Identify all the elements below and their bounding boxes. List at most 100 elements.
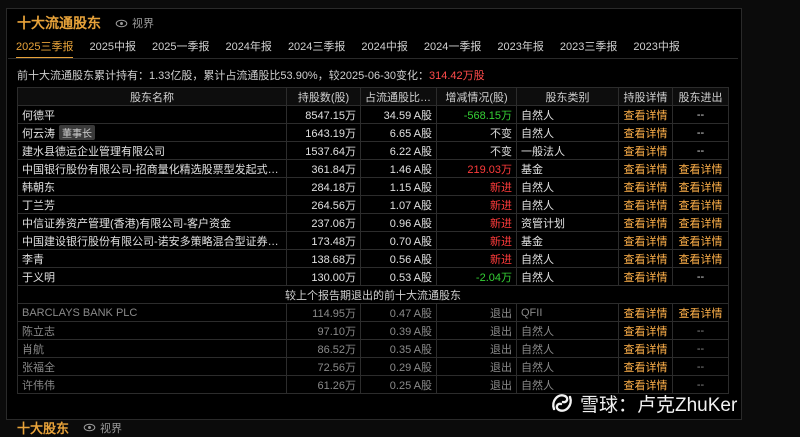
ratio-cell: 0.29 A股 — [360, 357, 437, 376]
holding-detail-link-cell: 查看详情 — [618, 177, 673, 196]
tab-period[interactable]: 2025一季报 — [152, 38, 209, 59]
change-cell: 退出 — [436, 321, 517, 340]
report-period-tabs: 2025三季报 2025中报 2025一季报 2024年报 2024三季报 2024中报 2… — [16, 38, 696, 59]
inout-detail-link[interactable]: 查看详情 — [679, 164, 723, 176]
holding-detail-link[interactable]: 查看详情 — [624, 254, 668, 266]
table-row: 中国银行股份有限公司-招商量化精选股票型发起式证券... 361.84万 1.46 … — [17, 159, 729, 178]
inout-detail-link[interactable]: 查看详情 — [679, 236, 723, 248]
holding-detail-link[interactable]: 查看详情 — [624, 362, 668, 374]
change-cell: 退出 — [436, 375, 517, 394]
change-cell: 退出 — [436, 303, 517, 322]
shareholder-name: 中信证券资产管理(香港)有限公司-客户资金 — [22, 217, 231, 230]
shares-cell: 8547.15万 — [286, 105, 361, 124]
view-label: 视界 — [100, 422, 123, 435]
column-header: 股东进出 — [672, 87, 729, 106]
shareholder-name-cell: 何云涛 董事长 — [17, 123, 287, 142]
shares-cell: 237.06万 — [286, 213, 361, 232]
shareholder-name: 中国建设银行股份有限公司-诺安多策略混合型证券投资... — [22, 235, 287, 248]
view-toggle-2[interactable]: 视界 — [83, 420, 122, 436]
ratio-cell: 0.39 A股 — [360, 321, 437, 340]
tab-period[interactable]: 2024年报 — [225, 38, 271, 59]
tab-period[interactable]: 2024中报 — [361, 38, 407, 59]
holding-detail-link[interactable]: 查看详情 — [624, 308, 668, 320]
section-title: 十大流通股东 — [17, 15, 101, 31]
tab-period[interactable]: 2025中报 — [89, 38, 135, 59]
tab-period[interactable]: 2025三季报 — [16, 38, 74, 59]
tab-period[interactable]: 2024三季报 — [288, 38, 345, 59]
ratio-cell: 1.07 A股 — [360, 195, 437, 214]
table-row: 于义明 130.00万 0.53 A股 -2.04万 自然人 查看详情 -- — [17, 267, 729, 286]
shareholder-name: 于义明 — [22, 271, 55, 284]
inout-detail-link-cell: -- — [672, 267, 729, 286]
tab-period[interactable]: 2023三季报 — [560, 38, 617, 59]
inout-detail-link[interactable]: 查看详情 — [679, 200, 723, 212]
holding-detail-link-cell: 查看详情 — [618, 231, 673, 250]
column-header: 占流通股比(%) — [360, 87, 437, 106]
ratio-cell: 0.70 A股 — [360, 231, 437, 250]
holding-detail-link-cell: 查看详情 — [618, 123, 673, 142]
snowball-logo-icon — [552, 394, 572, 412]
inout-detail-link-cell: -- — [672, 321, 729, 340]
change-cell: 不变 — [436, 141, 517, 160]
holding-detail-link[interactable]: 查看详情 — [624, 326, 668, 338]
column-header: 增减情况(股) — [436, 87, 517, 106]
holding-detail-link[interactable]: 查看详情 — [624, 164, 668, 176]
inout-detail-link-cell: -- — [672, 105, 729, 124]
holding-detail-link[interactable]: 查看详情 — [624, 272, 668, 284]
watermark-text: 雪球：卢克ZhuKer — [580, 394, 738, 416]
holding-detail-link[interactable]: 查看详情 — [624, 182, 668, 194]
shareholder-name: 何德平 — [22, 109, 55, 122]
shareholder-name-cell: 于义明 — [17, 267, 287, 286]
holding-detail-link[interactable]: 查看详情 — [624, 218, 668, 230]
category-cell: 自然人 — [516, 105, 619, 124]
holding-detail-link-cell: 查看详情 — [618, 357, 673, 376]
category-cell: 基金 — [516, 231, 619, 250]
holding-detail-link[interactable]: 查看详情 — [624, 110, 668, 122]
table-row: 中国建设银行股份有限公司-诺安多策略混合型证券投资... 173.48万 0.70 … — [17, 231, 729, 250]
column-header: 股东名称 — [17, 87, 287, 106]
holding-detail-link-cell: 查看详情 — [618, 141, 673, 160]
inout-detail-link-cell: 查看详情 — [672, 213, 729, 232]
inout-detail-link: -- — [696, 360, 705, 373]
inout-detail-link[interactable]: 查看详情 — [679, 308, 723, 320]
inout-detail-link-cell: 查看详情 — [672, 231, 729, 250]
category-cell: 自然人 — [516, 249, 619, 268]
shareholder-name: BARCLAYS BANK PLC — [17, 303, 287, 322]
next-section-title: 十大股东 — [17, 421, 70, 436]
change-cell: 退出 — [436, 357, 517, 376]
holding-detail-link[interactable]: 查看详情 — [624, 200, 668, 212]
inout-detail-link-cell: 查看详情 — [672, 249, 729, 268]
table-row: 丁兰芳 264.56万 1.07 A股 新进 自然人 查看详情 查看详情 — [17, 195, 729, 214]
exit-row: 张福全 72.56万 0.29 A股 退出 自然人 查看详情 -- — [17, 357, 729, 376]
section-header: 十大流通股东 视界 — [17, 13, 154, 33]
ratio-cell: 0.25 A股 — [360, 375, 437, 394]
tab-period[interactable]: 2023年报 — [497, 38, 543, 59]
inout-detail-link-cell: -- — [672, 357, 729, 376]
change-cell: 退出 — [436, 339, 517, 358]
change-cell: 219.03万 — [436, 159, 517, 178]
holding-detail-link[interactable]: 查看详情 — [624, 344, 668, 356]
inout-detail-link[interactable]: 查看详情 — [679, 182, 723, 194]
category-cell: 自然人 — [516, 177, 619, 196]
shareholder-name-cell: 中国银行股份有限公司-招商量化精选股票型发起式证券... — [17, 159, 287, 178]
summary-change: 314.42万股 — [428, 70, 485, 82]
inout-detail-link: -- — [696, 324, 705, 337]
change-cell: 不变 — [436, 123, 517, 142]
inout-detail-link-cell: 查看详情 — [672, 177, 729, 196]
tab-period[interactable]: 2023中报 — [633, 38, 679, 59]
shares-cell: 114.95万 — [286, 303, 361, 322]
inout-detail-link-cell: -- — [672, 123, 729, 142]
inout-detail-link[interactable]: 查看详情 — [679, 218, 723, 230]
tab-period[interactable]: 2024一季报 — [424, 38, 481, 59]
exit-row: 陈立志 97.10万 0.39 A股 退出 自然人 查看详情 -- — [17, 321, 729, 340]
column-header: 持股数(股) — [286, 87, 361, 106]
holding-detail-link[interactable]: 查看详情 — [624, 146, 668, 158]
shareholder-name-cell: 中信证券资产管理(香港)有限公司-客户资金 — [17, 213, 287, 232]
inout-detail-link[interactable]: 查看详情 — [679, 254, 723, 266]
view-toggle[interactable]: 视界 — [115, 15, 154, 31]
holding-detail-link[interactable]: 查看详情 — [624, 236, 668, 248]
holding-detail-link[interactable]: 查看详情 — [624, 128, 668, 140]
holding-detail-link-cell: 查看详情 — [618, 321, 673, 340]
shares-cell: 361.84万 — [286, 159, 361, 178]
summary-text: 前十大流通股东累计持有：1.33亿股，累计占流通股比53.90%，较2025-0… — [17, 70, 429, 82]
